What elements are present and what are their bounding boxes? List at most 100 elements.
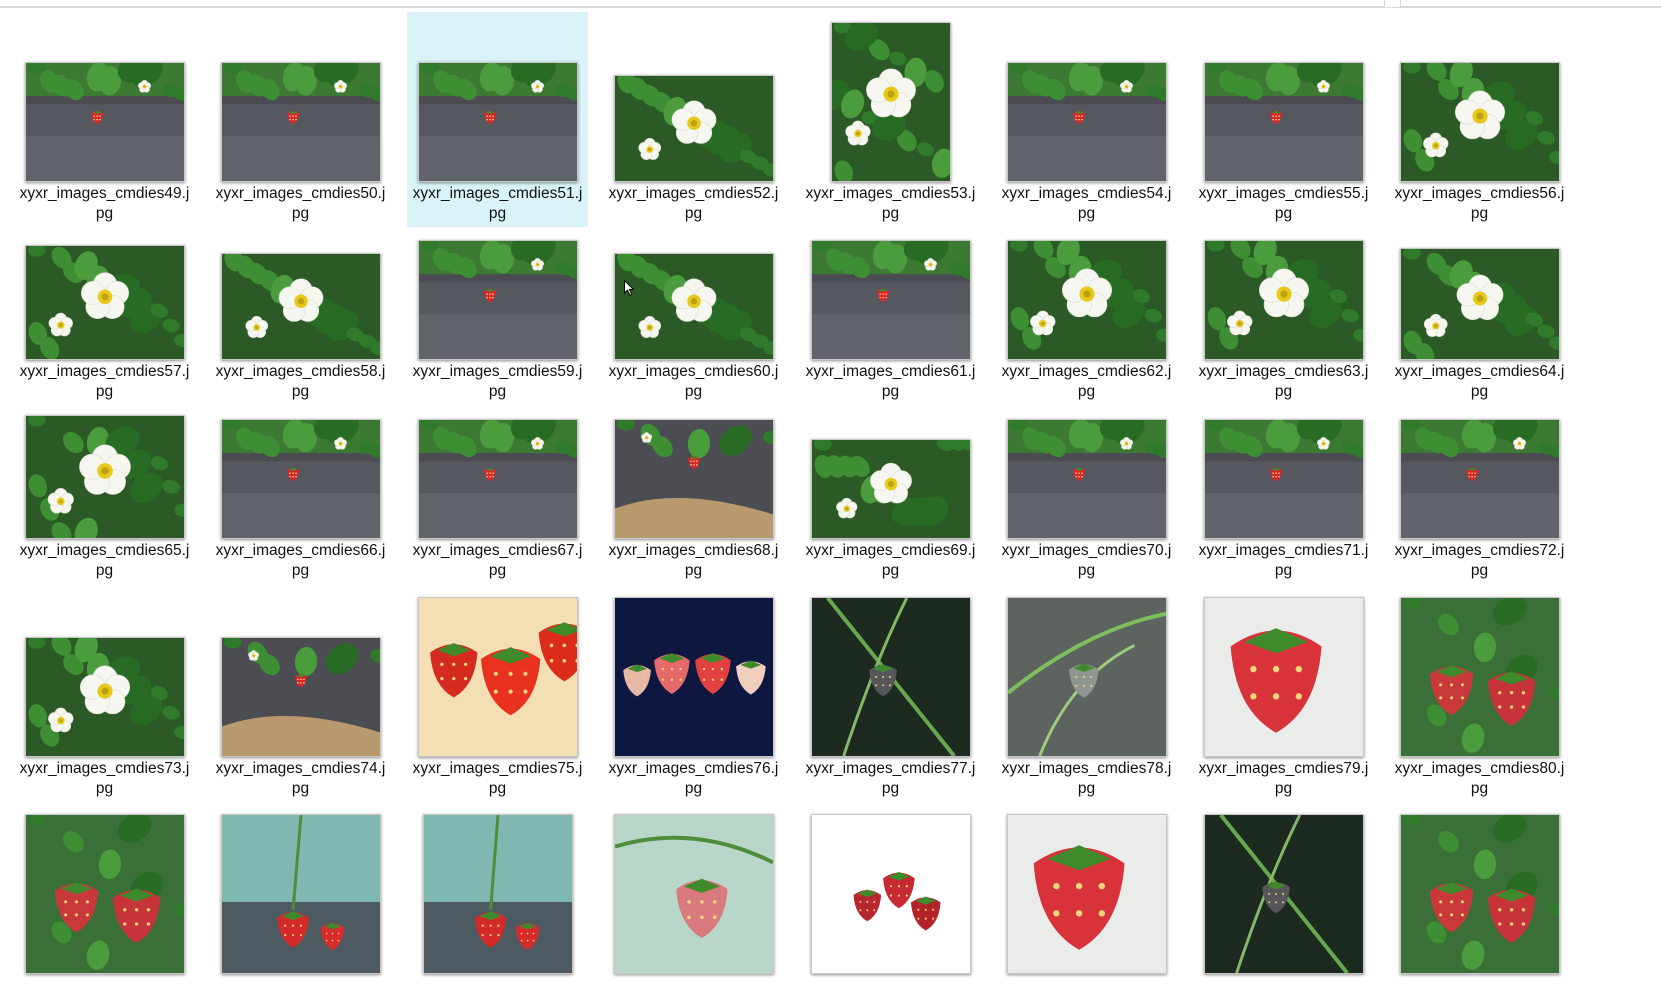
thumbnail-frame	[607, 804, 780, 974]
thumbnail-frame	[1197, 190, 1370, 360]
file-item[interactable]: xyxr_images_cmdies69.j pg	[800, 369, 981, 584]
image-thumbnail	[24, 415, 185, 539]
image-thumbnail	[417, 62, 578, 182]
image-thumbnail	[417, 419, 578, 539]
address-bar[interactable]	[0, 0, 1385, 7]
thumbnail-frame	[1000, 12, 1173, 182]
mouse-cursor-icon	[624, 280, 634, 296]
image-thumbnail	[1399, 597, 1560, 757]
thumbnail-frame	[804, 804, 977, 974]
image-thumbnail	[24, 62, 185, 182]
image-thumbnail	[220, 814, 381, 974]
file-name-label: xyxr_images_cmdies67.j pg	[407, 541, 588, 581]
image-thumbnail	[810, 439, 971, 539]
file-name-line: xyxr_images_cmdies78.j	[1001, 760, 1172, 777]
thumbnail-frame	[214, 12, 387, 182]
thumbnail-frame	[18, 804, 191, 974]
thumbnail-frame	[1000, 369, 1173, 539]
file-item[interactable]: xyxr_images_cmdies70.j pg	[996, 369, 1177, 584]
file-item[interactable]	[1389, 804, 1570, 1004]
image-thumbnail	[1399, 62, 1560, 182]
file-item[interactable]: xyxr_images_cmdies73.j pg	[14, 587, 195, 802]
image-thumbnail	[422, 814, 573, 974]
thumbnail-frame	[214, 369, 387, 539]
explorer-toolbar	[0, 0, 1661, 8]
file-name-label: xyxr_images_cmdies75.j pg	[407, 759, 588, 799]
file-extension-line: pg	[291, 562, 310, 579]
file-name-line: xyxr_images_cmdies68.j	[608, 542, 779, 559]
file-item[interactable]	[210, 804, 391, 1004]
thumbnail-frame	[214, 804, 387, 974]
image-thumbnail	[1006, 814, 1167, 974]
file-extension-line: pg	[291, 780, 310, 797]
image-thumbnail	[220, 419, 381, 539]
file-item[interactable]: xyxr_images_cmdies78.jpg	[996, 587, 1177, 802]
file-extension-line: pg	[1077, 780, 1096, 797]
thumbnail-frame	[804, 12, 977, 182]
file-item[interactable]: xyxr_images_cmdies74.j pg	[210, 587, 391, 802]
image-thumbnail	[1399, 814, 1560, 974]
file-item[interactable]	[1193, 804, 1374, 1004]
thumbnail-frame	[411, 12, 584, 182]
image-thumbnail	[1203, 419, 1364, 539]
search-box[interactable]	[1400, 0, 1661, 7]
file-name-line: xyxr_images_cmdies79.j	[1198, 760, 1369, 777]
thumbnail-frame	[1197, 587, 1370, 757]
file-item[interactable]: xyxr_images_cmdies65.j pg	[14, 369, 195, 584]
file-name-label: xyxr_images_cmdies80.j pg	[1389, 759, 1570, 799]
file-item[interactable]: xyxr_images_cmdies77.j pg	[800, 587, 981, 802]
thumbnail-frame	[1393, 804, 1566, 974]
file-item[interactable]: xyxr_images_cmdies79.jpg	[1193, 587, 1374, 802]
file-item[interactable]: xyxr_images_cmdies75.j pg	[407, 587, 588, 802]
file-name-line: xyxr_images_cmdies66.j	[215, 542, 386, 559]
file-item[interactable]	[603, 804, 784, 1004]
file-item[interactable]	[407, 804, 588, 1004]
image-thumbnail	[1203, 814, 1364, 974]
image-thumbnail	[613, 814, 774, 974]
file-name-line: xyxr_images_cmdies69.j	[805, 542, 976, 559]
image-thumbnail	[24, 814, 185, 974]
image-thumbnail	[220, 62, 381, 182]
thumbnail-frame	[411, 804, 584, 974]
file-item[interactable]: xyxr_images_cmdies76.j pg	[603, 587, 784, 802]
file-extension-line: pg	[1470, 562, 1489, 579]
file-extension-line: pg	[488, 780, 507, 797]
file-item[interactable]: xyxr_images_cmdies68.jpg	[603, 369, 784, 584]
file-grid: xyxr_images_cmdies49.j pg xyxr_images_cmdi…	[0, 9, 1661, 974]
image-thumbnail	[1006, 62, 1167, 182]
file-item[interactable]: xyxr_images_cmdies71.j pg	[1193, 369, 1374, 584]
image-thumbnail	[1399, 248, 1560, 360]
thumbnail-frame	[18, 587, 191, 757]
file-item[interactable]	[996, 804, 1177, 1004]
image-thumbnail	[830, 22, 951, 182]
file-item[interactable]	[800, 804, 981, 1004]
image-thumbnail	[24, 637, 185, 757]
thumbnail-frame	[1000, 587, 1173, 757]
image-thumbnail	[613, 75, 774, 182]
image-thumbnail	[1006, 597, 1167, 757]
file-extension-line: pg	[684, 562, 703, 579]
file-extension-line: pg	[1274, 562, 1293, 579]
thumbnail-frame	[607, 190, 780, 360]
file-item[interactable]: xyxr_images_cmdies72.j pg	[1389, 369, 1570, 584]
file-name-line: xyxr_images_cmdies70.j	[1001, 542, 1172, 559]
image-thumbnail	[613, 419, 774, 539]
file-item[interactable]: xyxr_images_cmdies66.jpg	[210, 369, 391, 584]
thumbnail-frame	[1197, 369, 1370, 539]
file-item[interactable]	[14, 804, 195, 1004]
file-name-label: xyxr_images_cmdies65.j pg	[14, 541, 195, 581]
file-item[interactable]: xyxr_images_cmdies67.j pg	[407, 369, 588, 584]
file-name-line: xyxr_images_cmdies73.j	[19, 760, 190, 777]
file-name-label: xyxr_images_cmdies76.j pg	[603, 759, 784, 799]
thumbnail-frame	[804, 369, 977, 539]
thumbnail-frame	[18, 369, 191, 539]
image-thumbnail	[810, 597, 971, 757]
file-extension-line: pg	[1274, 780, 1293, 797]
file-item[interactable]: xyxr_images_cmdies80.j pg	[1389, 587, 1570, 802]
image-thumbnail	[1203, 240, 1364, 360]
image-thumbnail	[1006, 419, 1167, 539]
file-name-line: xyxr_images_cmdies67.j	[412, 542, 583, 559]
thumbnail-frame	[1393, 369, 1566, 539]
thumbnail-frame	[1393, 12, 1566, 182]
thumbnail-frame	[18, 190, 191, 360]
